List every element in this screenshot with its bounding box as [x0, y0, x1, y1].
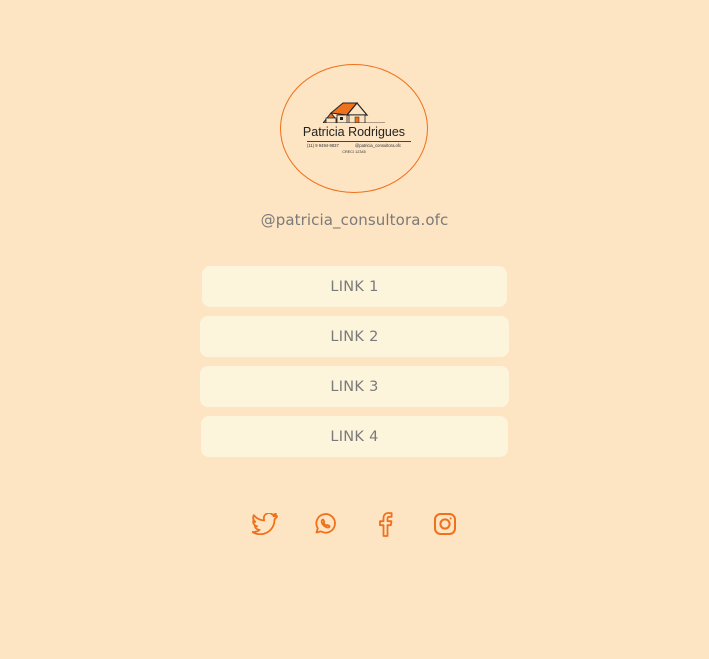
whatsapp-icon — [315, 513, 336, 534]
twitter-link[interactable] — [251, 510, 279, 538]
logo-instagram: @patricia_consultora.ofc — [355, 143, 402, 148]
instagram-icon — [434, 513, 456, 535]
logo-creci: CRECI 12345 — [342, 150, 366, 154]
profile-avatar: Patricia Rodrigues (11) 9 9494-9837 @pat… — [280, 64, 428, 193]
house-logo-icon — [323, 102, 385, 123]
link-button-1[interactable]: LINK 1 — [202, 266, 507, 307]
facebook-icon — [379, 512, 393, 537]
logo-name: Patricia Rodrigues — [302, 125, 406, 139]
link-button-4[interactable]: LINK 4 — [201, 416, 508, 457]
facebook-link[interactable] — [371, 510, 399, 538]
instagram-link[interactable] — [431, 510, 459, 538]
twitter-icon — [252, 513, 278, 535]
link-button-3[interactable]: LINK 3 — [200, 366, 509, 407]
profile-handle: @patricia_consultora.ofc — [260, 211, 449, 229]
link-button-2[interactable]: LINK 2 — [200, 316, 509, 357]
logo-divider — [307, 141, 411, 142]
whatsapp-link[interactable] — [311, 510, 339, 538]
logo-phone: (11) 9 9494-9837 — [307, 143, 339, 148]
